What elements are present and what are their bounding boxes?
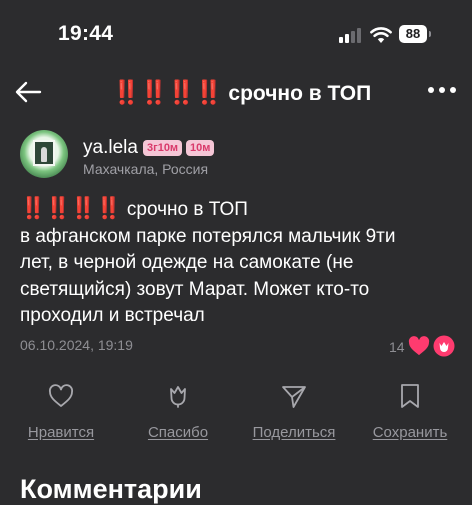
send-icon (282, 386, 306, 408)
post-marks: ‼️‼️‼️‼️ (20, 197, 122, 220)
status-badge: 10м (186, 140, 215, 156)
status-badge: 3г10м (143, 140, 183, 156)
post-title-line: ‼️‼️‼️‼️ срочно в ТОП (20, 196, 460, 224)
avatar[interactable] (20, 130, 68, 178)
status-bar: 19:44 88 (0, 0, 472, 70)
post-text-line: светящийся) зовут Марат. Может кто-то (20, 278, 370, 300)
page-title: ‼️‼️‼️‼️ срочно в ТОП (112, 79, 371, 106)
share-button[interactable]: Поделиться (244, 380, 344, 446)
post-text-line: проходил и встречал (20, 305, 205, 326)
bookmark-icon (401, 384, 419, 408)
share-label: Поделиться (252, 424, 336, 441)
arrow-left-icon[interactable] (14, 80, 42, 104)
battery-indicator: 88 (399, 25, 427, 43)
tulip-icon (170, 386, 186, 408)
thanks-label: Спасибо (147, 424, 209, 441)
save-button[interactable]: Сохранить (360, 380, 460, 446)
author-username[interactable]: ya.lela (83, 137, 138, 159)
like-label: Нравится (27, 424, 95, 441)
heart-outline-icon (49, 384, 73, 407)
tulip-reaction-icon (433, 335, 455, 357)
wifi-icon (370, 27, 392, 43)
post-title: срочно в ТОП (126, 199, 248, 220)
title-marks: ‼️‼️‼️‼️ (112, 79, 224, 105)
comments-heading: Комментарии (20, 474, 202, 504)
nav-header: ‼️‼️‼️‼️ срочно в ТОП (0, 70, 472, 114)
heart-filled-icon (408, 336, 430, 356)
post-body: ‼️‼️‼️‼️ срочно в ТОП в афганском парке … (20, 196, 460, 330)
post-date: 06.10.2024, 19:19 (20, 337, 133, 353)
status-time: 19:44 (58, 22, 114, 45)
battery-tip (429, 31, 431, 37)
post-text-line: в афганском парке потерялся мальчик 9ти (20, 225, 396, 247)
cellular-signal-icon (339, 27, 363, 43)
more-dots-icon[interactable] (428, 87, 456, 95)
thanks-button[interactable]: Спасибо (128, 380, 228, 446)
save-label: Сохранить (372, 424, 448, 441)
reactions-count[interactable]: 14 (389, 339, 405, 355)
like-button[interactable]: Нравится (11, 380, 111, 446)
author-location: Махачкала, Россия (83, 161, 209, 177)
post-text-line: лет, в черной одежде на самокате (не (20, 252, 354, 273)
title-text: срочно в ТОП (228, 82, 372, 105)
